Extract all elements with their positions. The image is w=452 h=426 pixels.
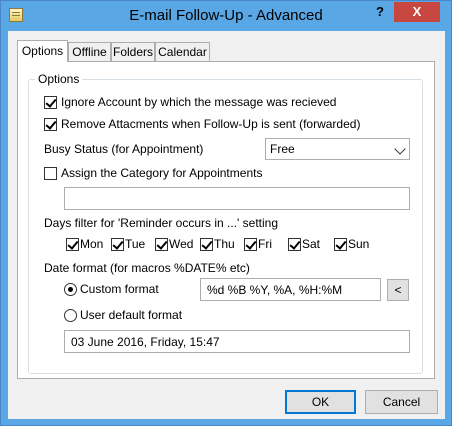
day-thu-label[interactable]: Thu [214, 237, 235, 251]
category-input[interactable] [64, 187, 410, 210]
help-button[interactable]: ? [367, 2, 393, 22]
day-tue-label[interactable]: Tue [125, 237, 145, 251]
day-tue-checkbox[interactable] [111, 238, 124, 251]
assign-category-checkbox[interactable] [44, 167, 57, 180]
options-group-label: Options [35, 72, 83, 86]
dialog-window: E-mail Follow-Up - Advanced ? X Options … [0, 0, 452, 426]
tab-options[interactable]: Options [17, 40, 68, 62]
date-preview-value: 03 June 2016, Friday, 15:47 [71, 335, 220, 349]
day-wed-checkbox[interactable] [155, 238, 168, 251]
chevron-down-icon [394, 143, 406, 155]
day-sat-label[interactable]: Sat [302, 237, 320, 251]
busy-status-select[interactable]: Free [265, 138, 410, 160]
day-thu-checkbox[interactable] [200, 238, 213, 251]
ignore-account-label[interactable]: Ignore Account by which the message was … [61, 95, 336, 109]
user-default-format-label[interactable]: User default format [80, 308, 182, 322]
day-fri-checkbox[interactable] [244, 238, 257, 251]
cancel-button[interactable]: Cancel [365, 390, 438, 414]
tab-offline[interactable]: Offline [68, 42, 111, 61]
day-sun-label[interactable]: Sun [348, 237, 369, 251]
user-default-format-radio[interactable] [64, 309, 77, 322]
insert-macro-button[interactable]: < [387, 279, 409, 301]
close-button[interactable]: X [394, 2, 440, 22]
day-sun-checkbox[interactable] [334, 238, 347, 251]
day-wed-label[interactable]: Wed [169, 237, 193, 251]
ignore-account-checkbox[interactable] [44, 96, 57, 109]
busy-status-label: Busy Status (for Appointment) [44, 142, 204, 156]
day-mon-label[interactable]: Mon [80, 237, 103, 251]
day-mon-checkbox[interactable] [66, 238, 79, 251]
custom-format-input[interactable]: %d %B %Y, %A, %H:%M [200, 278, 381, 301]
day-fri-label[interactable]: Fri [258, 237, 272, 251]
tab-folders[interactable]: Folders [111, 42, 155, 61]
day-sat-checkbox[interactable] [288, 238, 301, 251]
days-filter-label: Days filter for 'Reminder occurs in ...'… [44, 216, 278, 230]
remove-attachments-label[interactable]: Remove Attacments when Follow-Up is sent… [61, 117, 360, 131]
date-preview-field: 03 June 2016, Friday, 15:47 [64, 330, 410, 353]
date-format-label: Date format (for macros %DATE% etc) [44, 261, 250, 275]
tab-calendar[interactable]: Calendar [155, 42, 210, 61]
ok-button[interactable]: OK [285, 390, 356, 414]
assign-category-label[interactable]: Assign the Category for Appointments [61, 166, 262, 180]
title-bar: E-mail Follow-Up - Advanced ? X [1, 1, 451, 31]
busy-status-value: Free [270, 142, 295, 156]
custom-format-label[interactable]: Custom format [80, 282, 159, 296]
custom-format-value: %d %B %Y, %A, %H:%M [207, 283, 343, 297]
options-tab-page: Options Ignore Account by which the mess… [17, 61, 435, 379]
custom-format-radio[interactable] [64, 283, 77, 296]
remove-attachments-checkbox[interactable] [44, 118, 57, 131]
dialog-client-area: Options Offline Folders Calendar Options… [8, 31, 445, 419]
